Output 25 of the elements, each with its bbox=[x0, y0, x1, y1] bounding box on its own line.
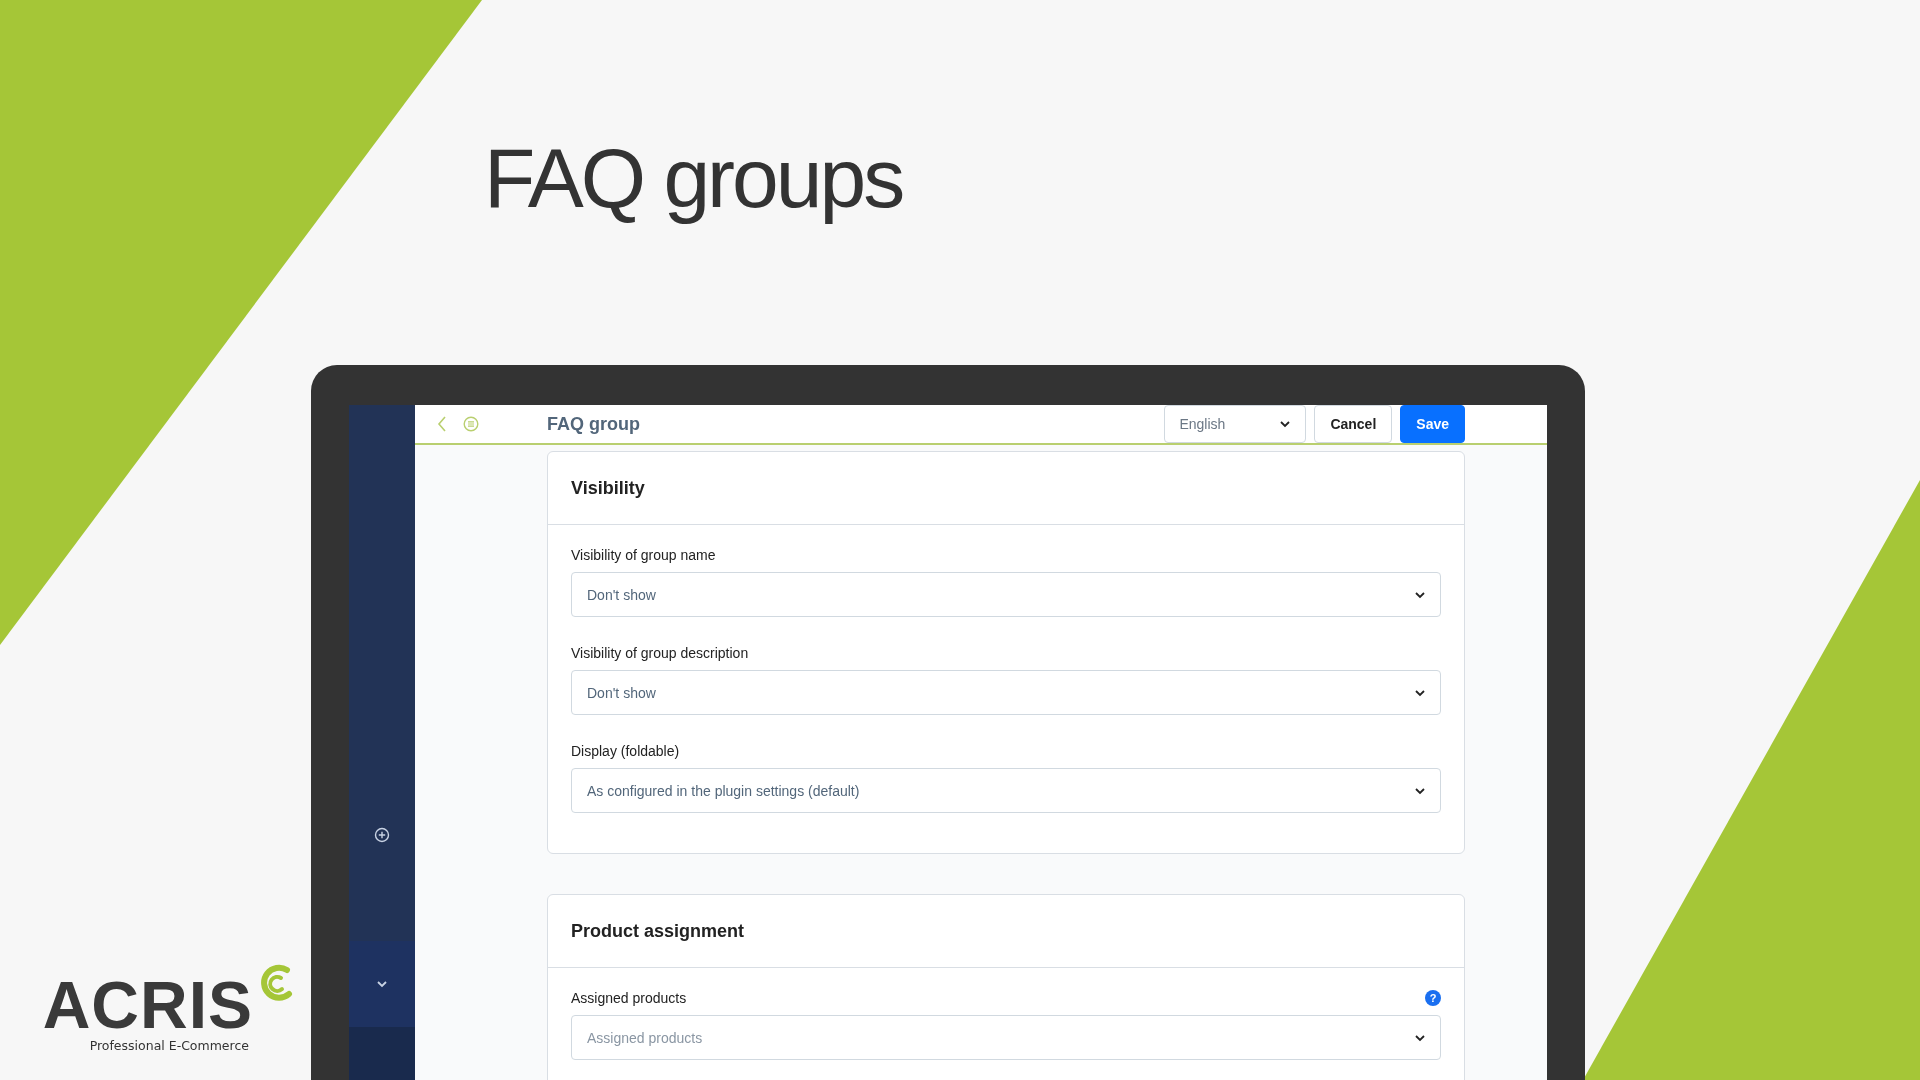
select-field[interactable]: As configured in the plugin settings (default) bbox=[571, 768, 1441, 813]
page-title: FAQ group bbox=[547, 413, 640, 435]
select-field[interactable]: Don't show bbox=[571, 572, 1441, 617]
cancel-button[interactable]: Cancel bbox=[1314, 405, 1393, 443]
plus-circle-icon[interactable] bbox=[374, 827, 390, 843]
chevron-down-icon bbox=[1414, 1033, 1426, 1042]
select-field[interactable]: Assigned products bbox=[571, 1015, 1441, 1060]
chevron-down-icon bbox=[1279, 420, 1292, 428]
field-label: Visibility of group description bbox=[571, 645, 749, 661]
logo-tagline: Professional E-Commerce bbox=[89, 1038, 249, 1053]
logo-wordmark: ACRIS bbox=[42, 972, 253, 1038]
field-label: Assigned products bbox=[571, 990, 687, 1006]
card-title: Product assignment bbox=[571, 920, 745, 942]
chevron-down-icon bbox=[1414, 688, 1426, 697]
language-select[interactable]: English bbox=[1164, 405, 1307, 443]
field-label: Display (foldable) bbox=[571, 743, 680, 759]
help-icon[interactable]: ? bbox=[1425, 990, 1441, 1006]
chevron-down-icon[interactable] bbox=[376, 980, 388, 988]
chevron-down-icon bbox=[1414, 786, 1426, 795]
chevron-down-icon bbox=[1414, 590, 1426, 599]
field-label: Visibility of group name bbox=[571, 547, 716, 563]
page-headline: FAQ groups bbox=[484, 130, 903, 225]
card-title: Visibility bbox=[571, 477, 645, 499]
select-field[interactable]: Don't show bbox=[571, 670, 1441, 715]
save-button[interactable]: Save bbox=[1400, 405, 1465, 443]
